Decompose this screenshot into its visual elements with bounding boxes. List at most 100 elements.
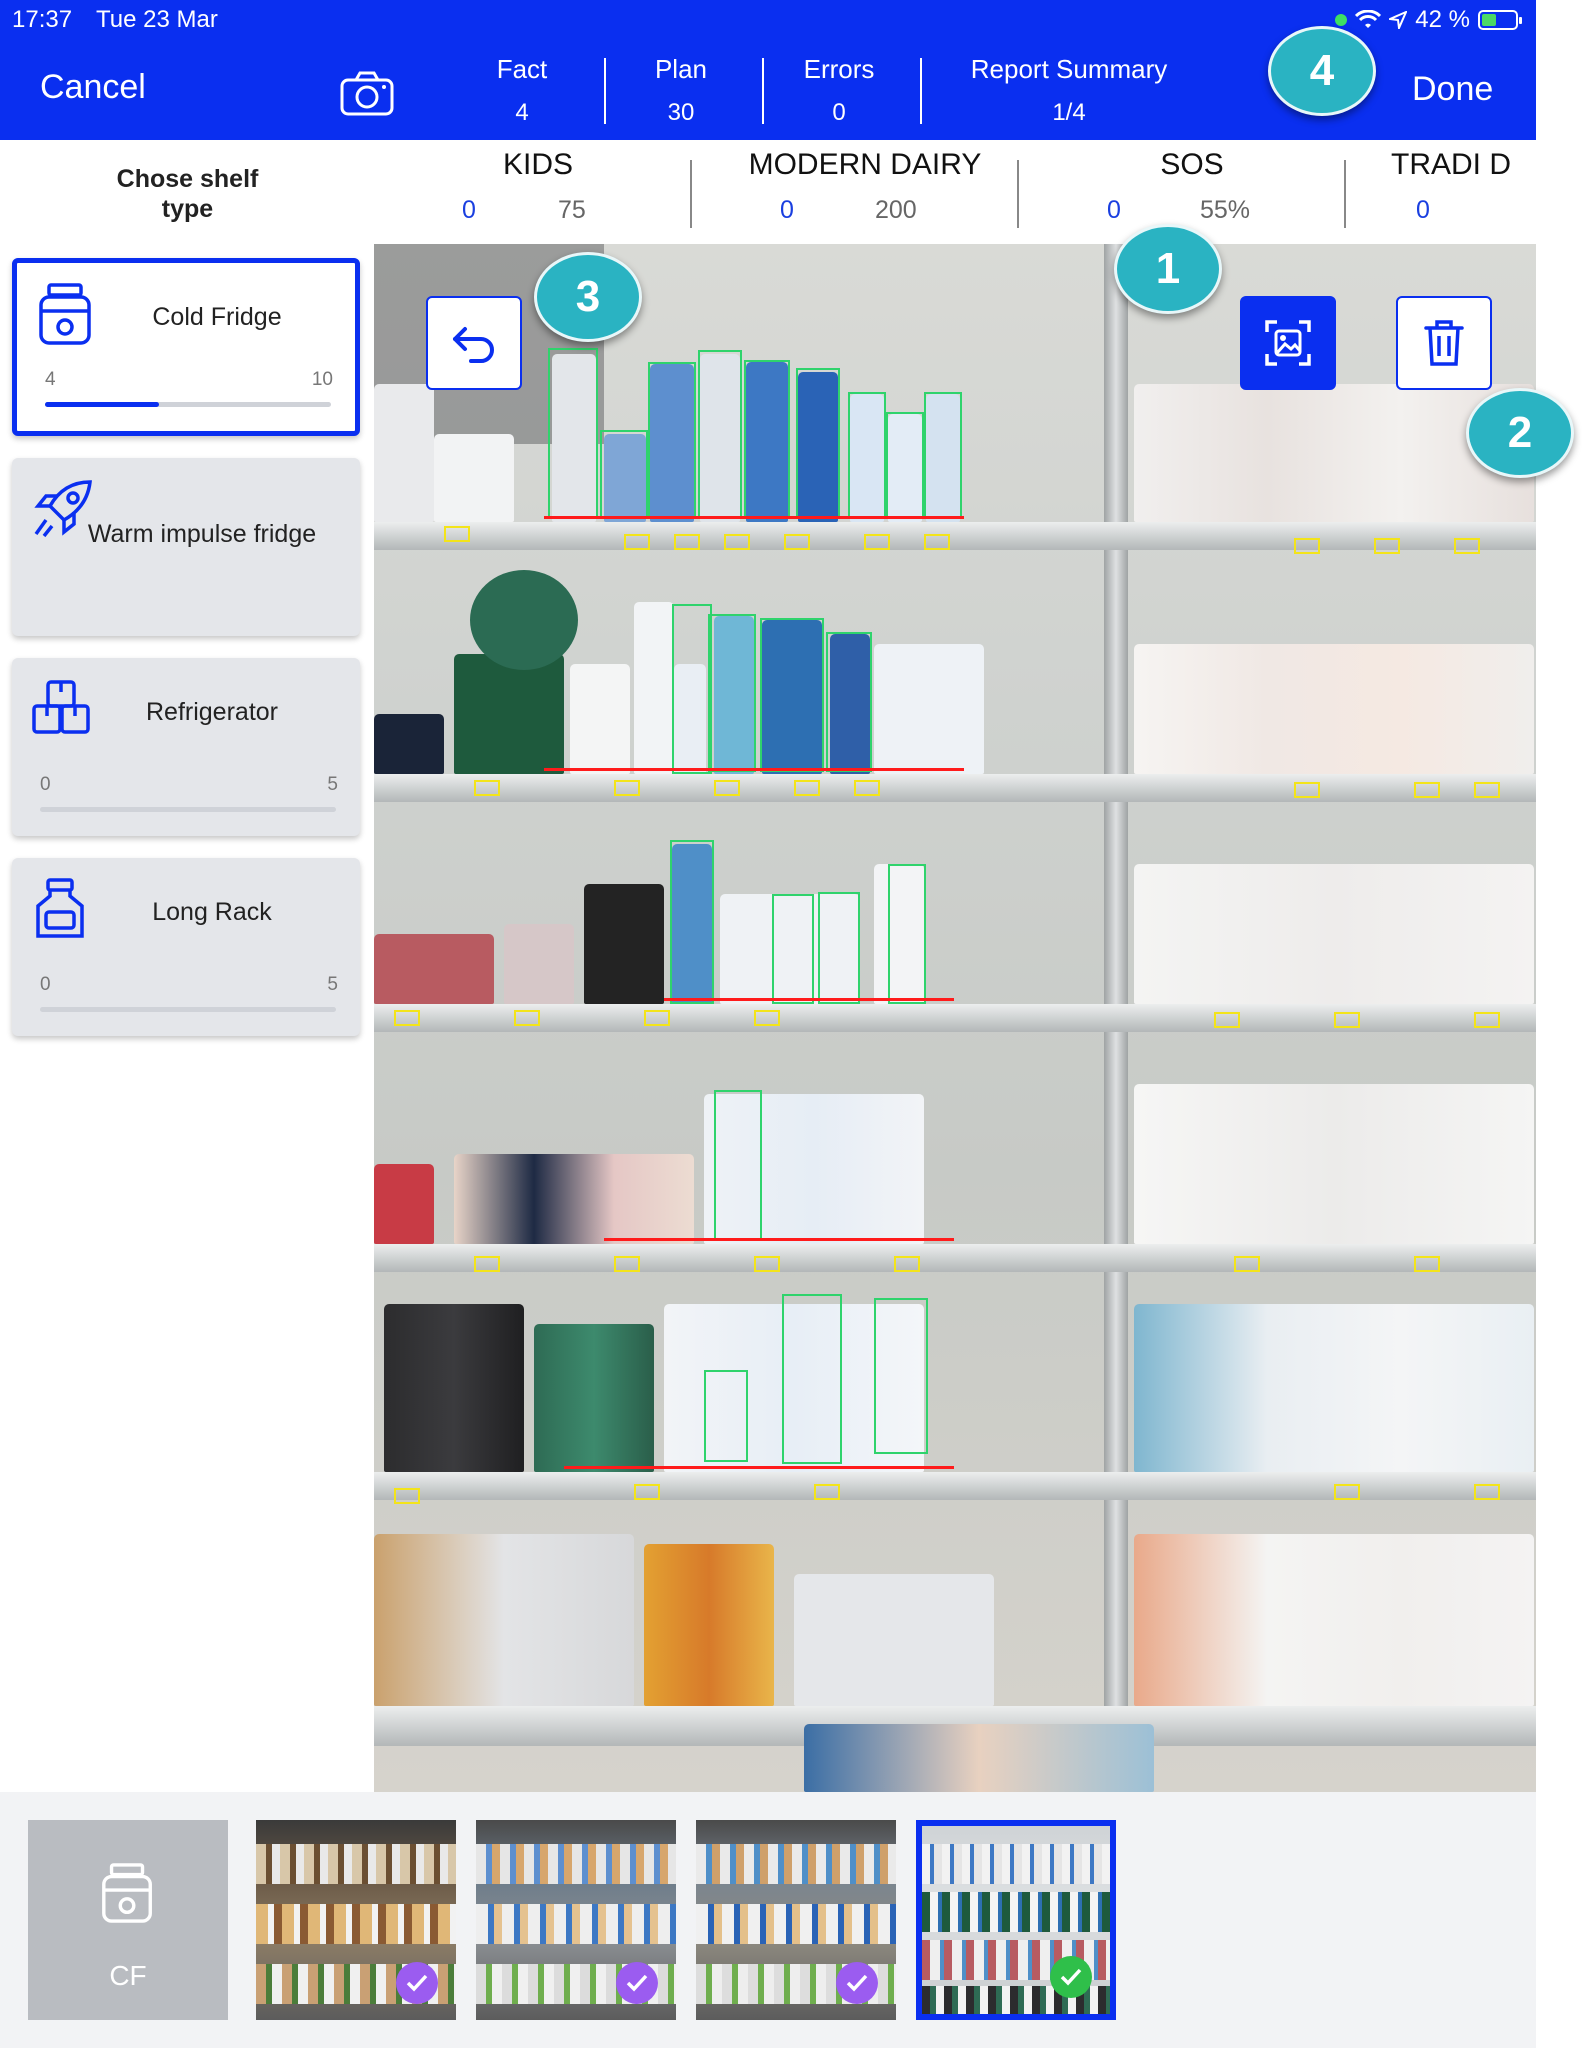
product [470,570,578,670]
price-label [854,780,880,796]
category-kids[interactable]: KIDS 0 75 [375,144,701,236]
price-label [394,1010,420,1026]
shelf-edge [374,1472,1536,1500]
category-left-value: 0 [1107,196,1121,224]
photo-thumbnail-selected[interactable] [916,1820,1116,2020]
metric-errors: Errors 0 [764,54,914,127]
detection-box[interactable] [760,618,824,772]
detection-box[interactable] [672,604,712,774]
photo-thumbnail[interactable] [696,1820,896,2020]
category-name: MODERN DAIRY [748,148,982,181]
shelf-type-min: 4 [45,369,56,390]
product [374,384,434,522]
detection-box[interactable] [874,1298,928,1454]
detection-box[interactable] [670,840,714,1004]
price-label [474,780,500,796]
detection-box[interactable] [698,350,742,518]
shelf-type-label: Long Rack [152,898,272,926]
checkmark-icon [836,1962,878,2004]
shelf-edge [374,1004,1536,1032]
app-root: 17:37 Tue 23 Mar 42 % Cancel Fact 4 Plan… [0,0,1582,2048]
thumbnail-shelf [476,1844,676,1884]
shelf-edge [374,1244,1536,1272]
metric-plan: Plan 30 [606,54,756,127]
detection-box[interactable] [886,412,924,518]
product-group [454,1154,694,1244]
shelf-type-tile[interactable]: CF [28,1820,228,2020]
product-group [534,1324,654,1472]
detection-box[interactable] [772,894,814,1004]
shelf-type-abbrev: CF [109,1960,147,1991]
facing-line [544,516,964,519]
detection-box[interactable] [744,360,790,518]
metric-value: 30 [667,99,695,126]
detection-box[interactable] [548,348,598,518]
category-right-value: 55% [1200,196,1251,224]
price-label [634,1484,660,1500]
detection-box[interactable] [826,632,872,772]
category-strip[interactable]: KIDS 0 75 MODERN DAIRY 0 200 SOS 0 55% T… [375,144,1536,236]
battery-percent: 42 % [1415,6,1470,33]
metric-value: 4 [515,99,529,126]
price-label [714,780,740,796]
product-group [644,1544,774,1706]
facing-line [604,1238,954,1241]
shelf-type-refrigerator[interactable]: Refrigerator 0 5 [12,658,360,836]
photo-thumbnail[interactable] [256,1820,456,2020]
price-label [1454,538,1480,554]
callout-2: 2 [1466,388,1574,478]
product-group [1134,1084,1534,1244]
detection-box[interactable] [708,614,756,772]
price-label [1234,1256,1260,1272]
detection-box[interactable] [648,362,696,518]
detection-box[interactable] [600,430,648,518]
price-label [724,534,750,550]
shelf-type-warm-impulse-fridge[interactable]: Warm impulse fridge [12,458,360,636]
done-button[interactable]: Done [1412,70,1493,109]
photo-thumbnail[interactable] [476,1820,676,2020]
metric-label: Plan [654,54,708,84]
crop-image-button[interactable] [1240,296,1336,390]
shelf-type-min: 0 [40,974,51,995]
checkmark-icon [396,1962,438,2004]
price-label [674,534,700,550]
category-left-value: 0 [1416,196,1430,224]
shelf-edge [374,522,1536,550]
detection-box[interactable] [782,1294,842,1464]
product [570,664,630,774]
price-label [1334,1484,1360,1500]
camera-icon[interactable] [340,70,394,116]
delete-photo-button[interactable] [1396,296,1492,390]
shelf-type-cold-fridge[interactable]: Cold Fridge 4 10 [12,258,360,436]
category-name: KIDS [502,148,574,181]
detection-box[interactable] [796,368,840,518]
category-sos[interactable]: SOS 0 55% [1029,144,1355,236]
cancel-button[interactable]: Cancel [40,68,146,107]
price-label [1214,1012,1240,1028]
product-group [374,1534,634,1706]
price-label [784,534,810,550]
detection-box[interactable] [888,864,926,1004]
price-label [894,1256,920,1272]
shelf-type-max: 5 [327,974,338,995]
price-label [754,1010,780,1026]
detection-box[interactable] [924,392,962,518]
category-left-value: 0 [462,196,476,224]
detection-box[interactable] [714,1090,762,1240]
shelf-photo[interactable] [374,244,1536,1792]
price-label [644,1010,670,1026]
category-tradi-d[interactable]: TRADI D 0 [1356,144,1536,236]
thumbnail-shelf [922,1844,1110,1884]
category-modern-dairy[interactable]: MODERN DAIRY 0 200 [702,144,1028,236]
detection-box[interactable] [704,1370,748,1462]
detection-box[interactable] [818,892,860,1004]
detection-box[interactable] [848,392,886,518]
price-label [614,1256,640,1272]
product [634,602,674,774]
shelf-type-label: Cold Fridge [152,303,282,331]
metric-divider [920,58,922,124]
recording-dot-icon [1335,14,1348,26]
metric-report-summary[interactable]: Report Summary 1/4 [944,54,1194,127]
undo-button[interactable] [426,296,522,390]
shelf-type-long-rack[interactable]: Long Rack 0 5 [12,858,360,1036]
